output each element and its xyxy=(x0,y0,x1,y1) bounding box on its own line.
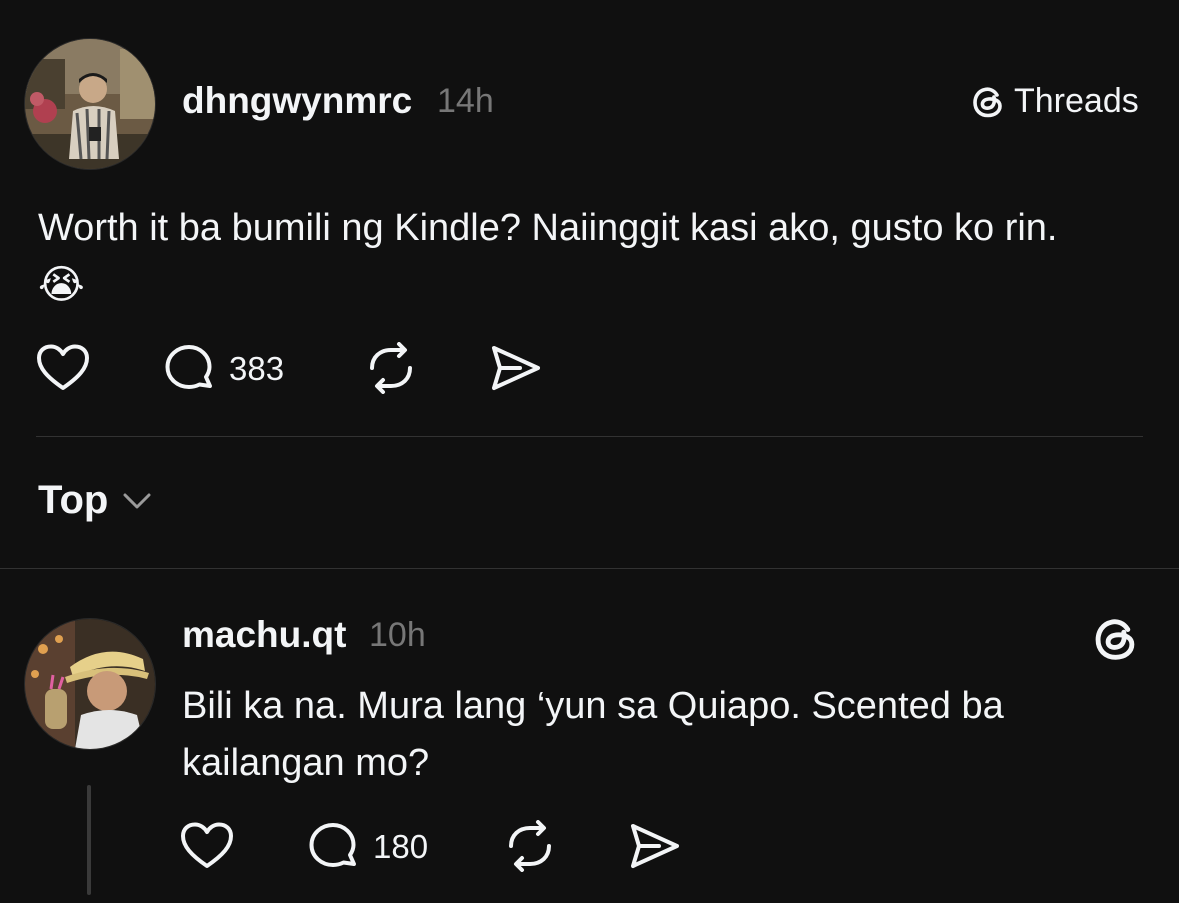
threads-brand[interactable]: Threads xyxy=(972,82,1139,121)
reply-like-button[interactable] xyxy=(180,821,234,871)
post-emoji: 😭 xyxy=(38,263,85,307)
like-button[interactable] xyxy=(36,343,90,393)
avatar-photo xyxy=(25,619,155,749)
reply-reply-button[interactable]: 180 xyxy=(307,821,428,873)
reply-author-avatar[interactable] xyxy=(24,618,156,750)
send-icon xyxy=(631,824,679,868)
post-text: Worth it ba bumili ng Kindle? Naiinggit … xyxy=(38,207,1058,249)
reply-button[interactable]: 383 xyxy=(163,343,284,395)
reply-repost-button[interactable] xyxy=(503,820,557,872)
share-button[interactable] xyxy=(490,344,542,392)
heart-icon xyxy=(181,822,233,868)
avatar-photo xyxy=(25,39,155,169)
repost-icon xyxy=(370,342,412,394)
post-divider xyxy=(36,436,1143,437)
post-username[interactable]: dhngwynmrc xyxy=(182,80,412,122)
repost-button[interactable] xyxy=(364,342,418,394)
reply-threads-badge[interactable] xyxy=(1094,614,1140,664)
threads-logo-icon xyxy=(972,84,1006,120)
repost-icon xyxy=(509,820,551,872)
reply-count: 383 xyxy=(229,350,285,387)
post-author-avatar[interactable] xyxy=(24,38,156,170)
reply-text-line1: Bili ka na. Mura lang ‘yun sa Quiapo. Sc… xyxy=(182,685,1004,727)
reply-timestamp: 10h xyxy=(369,616,426,654)
sort-dropdown[interactable]: Top xyxy=(38,478,152,523)
reply-reply-count: 180 xyxy=(373,828,429,865)
comment-icon xyxy=(307,821,359,873)
thread-connector-line xyxy=(87,785,91,895)
sort-divider xyxy=(0,568,1179,569)
chevron-down-icon xyxy=(122,491,152,511)
reply-share-button[interactable] xyxy=(629,822,681,870)
reply-username[interactable]: machu.qt xyxy=(182,614,346,656)
heart-icon xyxy=(37,344,89,390)
threads-brand-label: Threads xyxy=(1014,82,1139,120)
post-timestamp: 14h xyxy=(437,82,494,120)
reply-text-line2: kailangan mo? xyxy=(182,742,430,784)
threads-logo-icon xyxy=(1095,619,1135,660)
comment-icon xyxy=(163,343,215,395)
send-icon xyxy=(492,346,540,390)
sort-label: Top xyxy=(38,478,109,522)
